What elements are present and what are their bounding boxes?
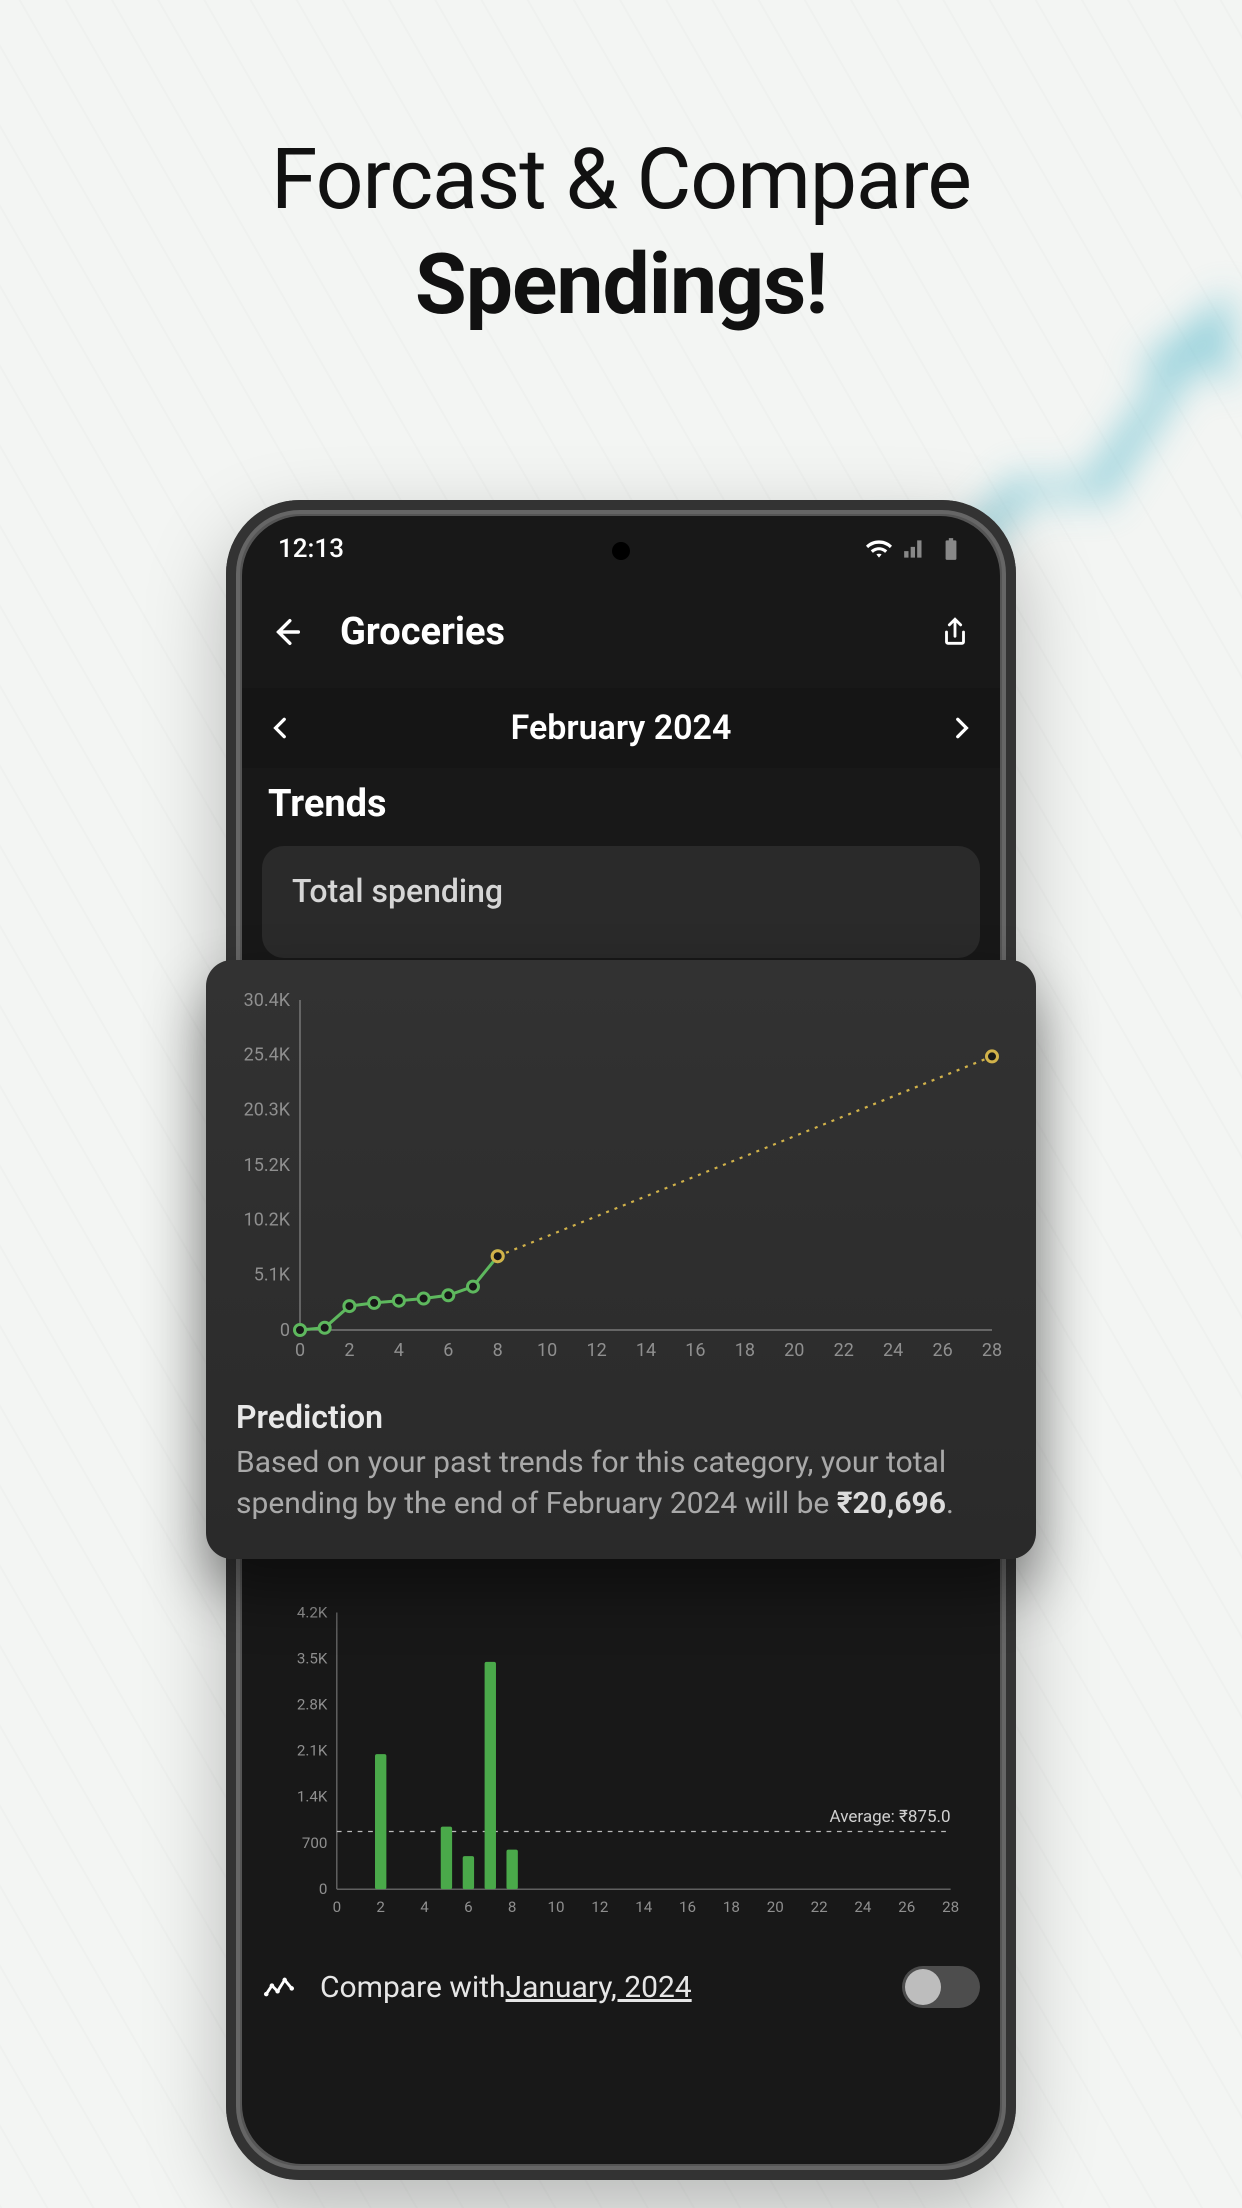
svg-text:18: 18 — [723, 1898, 740, 1916]
daily-spending-chart: 07001.4K2.1K2.8K3.5K4.2K0246810121416182… — [280, 1596, 962, 1936]
svg-text:12: 12 — [586, 1340, 606, 1361]
svg-text:12: 12 — [591, 1898, 608, 1916]
chevron-right-icon[interactable] — [948, 715, 974, 741]
svg-text:Average: ₹875.0: Average: ₹875.0 — [830, 1807, 951, 1827]
svg-text:25.4K: 25.4K — [244, 1044, 291, 1065]
svg-text:1.4K: 1.4K — [297, 1788, 328, 1806]
svg-text:2: 2 — [376, 1898, 385, 1916]
svg-text:4: 4 — [420, 1898, 429, 1916]
wifi-icon — [866, 536, 892, 562]
headline-line1: Forcast & Compare — [0, 130, 1242, 229]
daily-spending-card: 07001.4K2.1K2.8K3.5K4.2K0246810121416182… — [262, 1576, 980, 1958]
svg-text:24: 24 — [854, 1898, 872, 1916]
signal-icon — [902, 536, 928, 562]
svg-text:24: 24 — [883, 1340, 903, 1361]
status-bar: 12:13 — [242, 516, 1000, 582]
svg-text:22: 22 — [811, 1898, 828, 1916]
svg-text:2.8K: 2.8K — [297, 1695, 328, 1713]
svg-text:6: 6 — [464, 1898, 473, 1916]
prediction-title: Prediction — [236, 1398, 1006, 1436]
app-header: Groceries — [242, 592, 1000, 672]
svg-text:4.2K: 4.2K — [297, 1603, 328, 1621]
svg-text:0: 0 — [333, 1898, 342, 1916]
svg-text:20: 20 — [767, 1898, 784, 1916]
svg-text:28: 28 — [942, 1898, 959, 1916]
compare-label-prefix: Compare with — [320, 1970, 506, 2005]
toggle-knob — [905, 1969, 941, 2005]
svg-text:8: 8 — [508, 1898, 517, 1916]
svg-text:16: 16 — [679, 1898, 696, 1916]
svg-text:14: 14 — [636, 1340, 656, 1361]
svg-text:26: 26 — [932, 1340, 952, 1361]
svg-text:10: 10 — [537, 1340, 557, 1361]
compare-row: Compare with January, 2024 — [262, 1966, 980, 2008]
prediction-amount: ₹20,696 — [837, 1486, 946, 1521]
svg-text:28: 28 — [982, 1340, 1002, 1361]
svg-text:14: 14 — [635, 1898, 653, 1916]
svg-text:22: 22 — [834, 1340, 854, 1361]
svg-text:2: 2 — [344, 1340, 354, 1361]
svg-text:2.1K: 2.1K — [297, 1742, 328, 1760]
svg-text:8: 8 — [493, 1340, 503, 1361]
back-icon[interactable] — [270, 615, 304, 649]
chevron-left-icon[interactable] — [268, 715, 294, 741]
prediction-body-suffix: . — [946, 1486, 954, 1521]
section-title-trends: Trends — [268, 782, 387, 826]
compare-month-link[interactable]: January, 2024 — [506, 1970, 692, 2005]
svg-text:16: 16 — [685, 1340, 705, 1361]
svg-text:10: 10 — [548, 1898, 565, 1916]
month-selector: February 2024 — [242, 688, 1000, 768]
svg-text:700: 700 — [302, 1834, 328, 1852]
svg-text:15.2K: 15.2K — [244, 1155, 291, 1176]
svg-text:5.1K: 5.1K — [254, 1265, 291, 1286]
svg-text:18: 18 — [735, 1340, 755, 1361]
prediction-card: 05.1K10.2K15.2K20.3K25.4K30.4K0246810121… — [206, 960, 1036, 1559]
svg-text:4: 4 — [394, 1340, 404, 1361]
svg-text:0: 0 — [319, 1880, 328, 1898]
total-spending-card: Total spending — [262, 846, 980, 958]
svg-text:20: 20 — [784, 1340, 804, 1361]
svg-text:30.4K: 30.4K — [244, 990, 291, 1011]
marketing-headline: Forcast & Compare Spendings! — [0, 130, 1242, 334]
share-icon[interactable] — [938, 615, 972, 649]
svg-text:0: 0 — [295, 1340, 305, 1361]
compare-icon — [262, 1970, 296, 2004]
page-title: Groceries — [340, 610, 938, 654]
total-spending-chart: 05.1K10.2K15.2K20.3K25.4K30.4K0246810121… — [236, 990, 1006, 1370]
compare-toggle[interactable] — [902, 1966, 980, 2008]
prediction-body: Based on your past trends for this categ… — [236, 1442, 1006, 1525]
svg-text:20.3K: 20.3K — [244, 1100, 291, 1121]
svg-text:3.5K: 3.5K — [297, 1649, 328, 1667]
svg-text:10.2K: 10.2K — [244, 1209, 291, 1230]
svg-text:26: 26 — [898, 1898, 915, 1916]
headline-line2: Spendings! — [0, 235, 1242, 334]
battery-icon — [938, 536, 964, 562]
month-label[interactable]: February 2024 — [511, 708, 732, 748]
status-time: 12:13 — [278, 534, 344, 564]
total-spending-label: Total spending — [292, 872, 503, 910]
svg-text:0: 0 — [280, 1320, 290, 1341]
svg-text:6: 6 — [443, 1340, 453, 1361]
